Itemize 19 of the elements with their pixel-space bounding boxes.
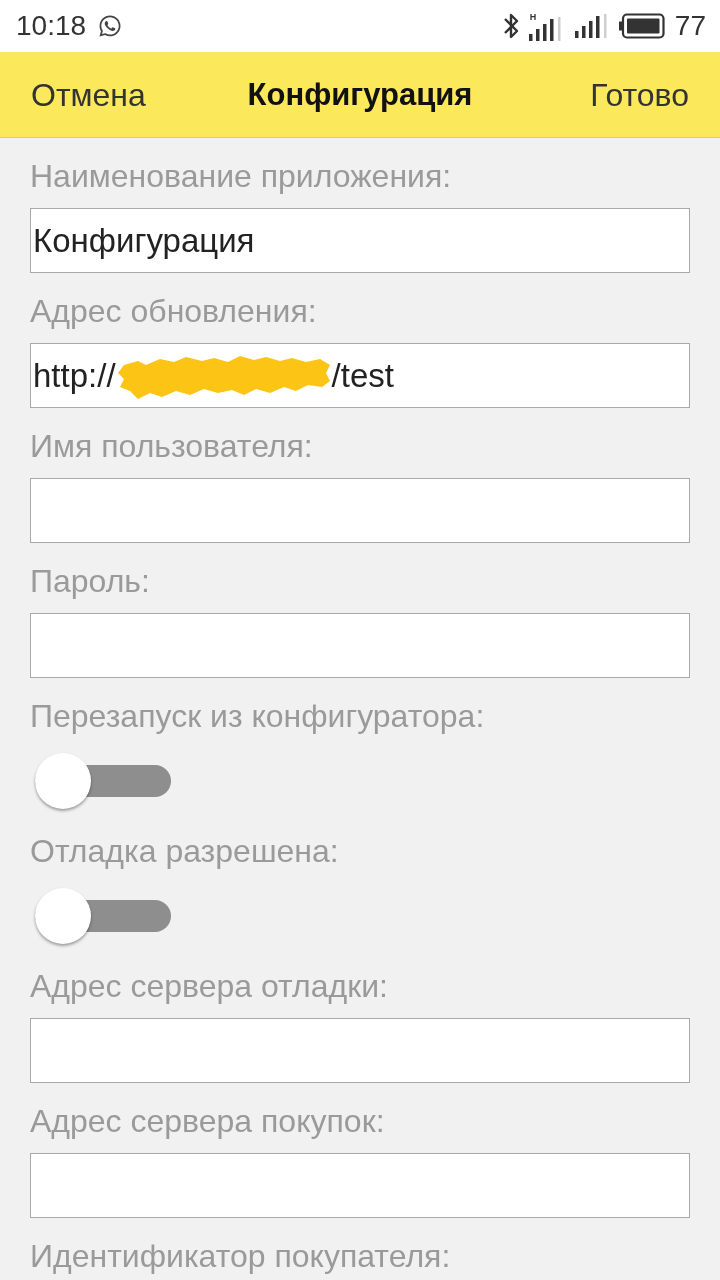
input-field[interactable] xyxy=(30,478,690,543)
input-field[interactable] xyxy=(30,613,690,678)
field-label: Имя пользователя: xyxy=(30,431,313,461)
input-field[interactable]: http:// /test xyxy=(30,343,690,408)
chat-phone-icon xyxy=(98,14,123,38)
input-field[interactable]: Конфигурация xyxy=(30,208,690,273)
screen-title: Конфигурация xyxy=(247,76,473,113)
clock-time: 10:18 xyxy=(16,10,87,42)
signal-icon xyxy=(574,14,609,38)
bluetooth-icon xyxy=(502,12,519,40)
network-type: H xyxy=(529,13,537,22)
battery-icon xyxy=(618,13,665,39)
toggle-switch[interactable] xyxy=(33,886,173,946)
input-field[interactable] xyxy=(30,1018,690,1083)
battery-level: 77 xyxy=(674,10,706,42)
done-button[interactable]: Готово xyxy=(590,76,689,113)
input-field[interactable] xyxy=(30,1153,690,1218)
toggle-switch[interactable] xyxy=(33,751,173,811)
cancel-button[interactable]: Отмена xyxy=(31,76,146,113)
